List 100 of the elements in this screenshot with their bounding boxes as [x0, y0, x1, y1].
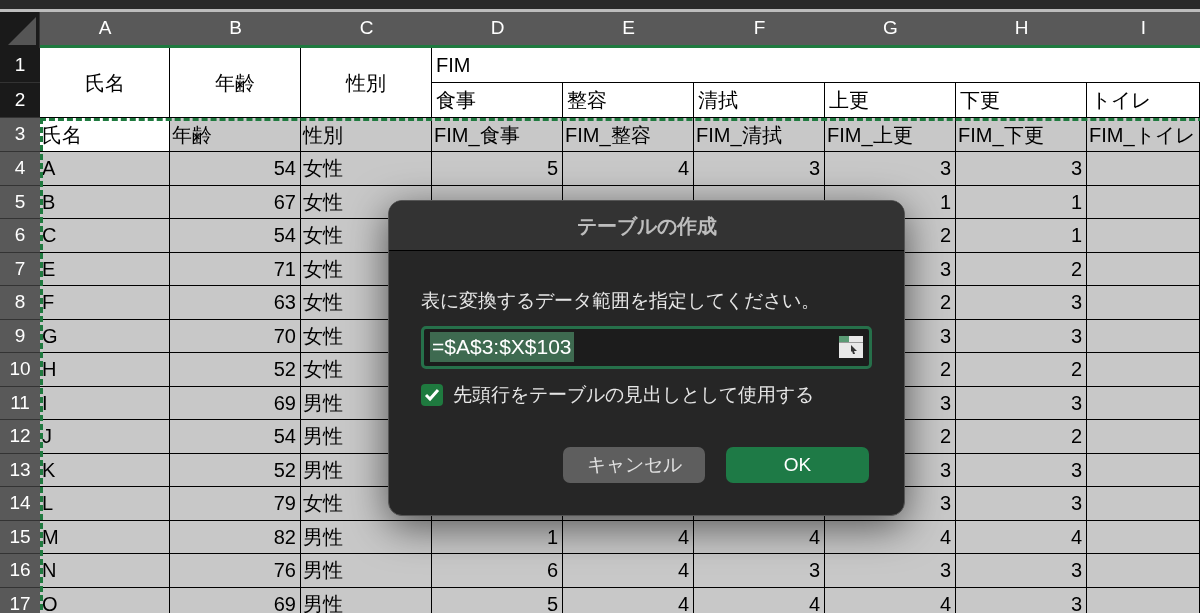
row-header[interactable]: 15	[0, 520, 40, 554]
table-cell: 氏名	[40, 118, 170, 152]
table-cell: 3	[694, 554, 825, 588]
table-cell: J	[40, 420, 170, 454]
table-cell: 79	[170, 487, 301, 521]
checkbox-label: 先頭行をテーブルの見出しとして使用する	[453, 382, 814, 407]
row-header[interactable]: 11	[0, 386, 40, 420]
table-cell: 71	[170, 252, 301, 286]
row-header[interactable]: 17	[0, 587, 40, 613]
table-cell: 2	[956, 252, 1087, 286]
table-cell: 69	[170, 386, 301, 420]
table-cell: 清拭	[694, 83, 825, 118]
table-cell: FIM_整容	[563, 118, 694, 152]
column-header[interactable]: D	[432, 12, 563, 48]
table-cell: 3	[825, 152, 956, 186]
table-cell: A	[40, 152, 170, 186]
table-cell: 3	[956, 386, 1087, 420]
table-cell: 男性	[301, 520, 432, 554]
row-header[interactable]: 2	[0, 83, 40, 118]
table-cell: 4	[563, 152, 694, 186]
table-cell: M	[40, 520, 170, 554]
column-header[interactable]: B	[170, 12, 301, 48]
row-header[interactable]: 8	[0, 286, 40, 320]
table-cell: 男性	[301, 554, 432, 588]
table-cell: N	[40, 554, 170, 588]
column-header[interactable]: C	[301, 12, 432, 48]
table-cell: 5	[432, 152, 563, 186]
table-cell: 3	[694, 152, 825, 186]
table-cell: 2	[956, 353, 1087, 387]
table-cell: 2	[956, 420, 1087, 454]
table-cell: 3	[956, 152, 1087, 186]
table-cell: 6	[432, 554, 563, 588]
table-cell: 女性	[301, 152, 432, 186]
column-header[interactable]: A	[40, 12, 170, 48]
table-cell: L	[40, 487, 170, 521]
table-cell: 年齢	[170, 118, 301, 152]
table-cell: 3	[956, 453, 1087, 487]
checkmark-icon	[424, 387, 440, 402]
row-header[interactable]: 5	[0, 185, 40, 219]
table-cell: 63	[170, 286, 301, 320]
table-cell: H	[40, 353, 170, 387]
table-cell: 70	[170, 319, 301, 353]
row-header[interactable]: 4	[0, 152, 40, 186]
range-field[interactable]: =$A$3:$X$103	[421, 325, 872, 369]
table-cell: FIM_清拭	[694, 118, 825, 152]
dialog-title: テーブルの作成	[576, 213, 717, 239]
table-cell: 67	[170, 185, 301, 219]
table-cell: 食事	[432, 83, 563, 118]
column-header[interactable]: E	[563, 12, 694, 48]
table-cell: 54	[170, 152, 301, 186]
table-cell: トイレ	[1087, 83, 1200, 118]
column-header[interactable]: F	[694, 12, 825, 48]
row-header[interactable]: 6	[0, 219, 40, 253]
row-header[interactable]: 16	[0, 554, 40, 588]
table-cell: 1	[432, 520, 563, 554]
cancel-button[interactable]: キャンセル	[563, 447, 705, 483]
column-header[interactable]: H	[956, 12, 1087, 48]
table-cell: K	[40, 453, 170, 487]
table-cell: 上更	[825, 83, 956, 118]
table-cell: FIM_上更	[825, 118, 956, 152]
row-header[interactable]: 1	[0, 48, 40, 83]
table-cell: 54	[170, 420, 301, 454]
row-header[interactable]: 14	[0, 487, 40, 521]
table-cell: 4	[956, 520, 1087, 554]
row-header[interactable]: 3	[0, 118, 40, 152]
table-cell: 3	[956, 487, 1087, 521]
checkbox[interactable]	[421, 383, 443, 406]
table-cell: 54	[170, 219, 301, 253]
table-cell: I	[40, 386, 170, 420]
column-header[interactable]: I	[1087, 12, 1200, 48]
table-cell: 52	[170, 353, 301, 387]
table-cell: 整容	[563, 83, 694, 118]
table-cell: O	[40, 587, 170, 613]
row-header[interactable]: 12	[0, 420, 40, 454]
ok-button[interactable]: OK	[726, 447, 869, 483]
table-cell: 3	[956, 286, 1087, 320]
table-cell: G	[40, 319, 170, 353]
row-header[interactable]: 7	[0, 252, 40, 286]
table-cell: 性別	[301, 48, 432, 118]
table-cell: F	[40, 286, 170, 320]
table-cell: FIM	[432, 48, 1200, 83]
table-cell: 3	[825, 554, 956, 588]
table-cell: 男性	[301, 587, 432, 613]
table-cell: E	[40, 252, 170, 286]
table-cell: 年齢	[170, 48, 301, 118]
table-cell: 4	[694, 520, 825, 554]
row-header[interactable]: 10	[0, 353, 40, 387]
table-cell: 52	[170, 453, 301, 487]
row-header[interactable]: 9	[0, 319, 40, 353]
table-cell: FIM_トイレ	[1087, 118, 1200, 152]
table-cell: B	[40, 185, 170, 219]
table-cell: 76	[170, 554, 301, 588]
table-cell: 性別	[301, 118, 432, 152]
range-picker-icon[interactable]	[839, 336, 863, 358]
table-cell: 82	[170, 520, 301, 554]
table-cell: 1	[956, 185, 1087, 219]
table-cell: 4	[563, 554, 694, 588]
row-header[interactable]: 13	[0, 453, 40, 487]
table-cell: C	[40, 219, 170, 253]
column-header[interactable]: G	[825, 12, 956, 48]
